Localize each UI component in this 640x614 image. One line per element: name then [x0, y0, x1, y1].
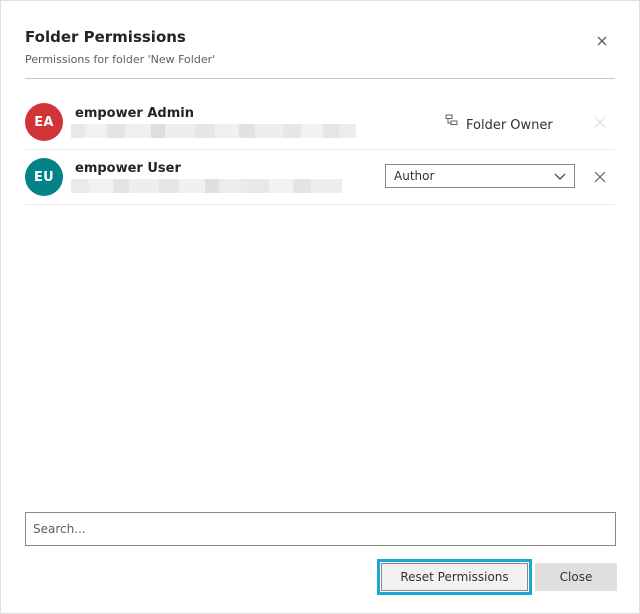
user-email-redacted	[71, 179, 342, 193]
user-name: empower Admin	[75, 106, 194, 121]
avatar-initials: EA	[34, 114, 54, 130]
remove-user-icon	[594, 116, 606, 128]
chevron-down-icon	[554, 173, 566, 180]
avatar-initials: EU	[33, 169, 55, 185]
folder-owner-indicator: Folder Owner	[445, 113, 553, 134]
user-row: EU empower User Author	[25, 150, 615, 205]
remove-user-icon[interactable]	[593, 170, 607, 184]
dialog-subtitle: Permissions for folder 'New Folder'	[25, 53, 216, 66]
avatar: EU	[25, 158, 63, 196]
dialog-title: Folder Permissions	[25, 28, 186, 46]
role-dropdown[interactable]: Author	[385, 164, 575, 188]
search-input[interactable]	[25, 512, 616, 546]
folder-permissions-dialog: Folder Permissions Permissions for folde…	[0, 0, 640, 614]
avatar: EA	[25, 103, 63, 141]
role-dropdown-value: Author	[394, 169, 435, 183]
hierarchy-icon	[445, 114, 458, 125]
reset-permissions-button[interactable]: Reset Permissions	[377, 559, 532, 595]
user-email-redacted	[71, 124, 356, 138]
user-row: EA empower Admin Folder Owner	[25, 95, 615, 150]
folder-owner-label: Folder Owner	[466, 118, 553, 133]
header-divider	[25, 78, 615, 79]
close-button[interactable]: Close	[535, 563, 617, 591]
dialog-header: Folder Permissions Permissions for folde…	[25, 27, 615, 67]
user-name: empower User	[75, 161, 181, 176]
close-icon[interactable]	[595, 34, 609, 48]
